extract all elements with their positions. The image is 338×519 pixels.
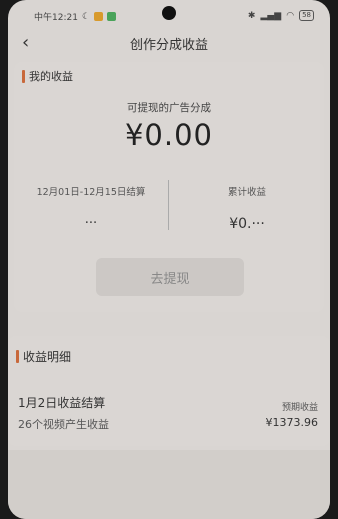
item-subtitle: 26个视频产生收益: [18, 418, 109, 431]
details-label: 收益明细: [23, 350, 72, 364]
my-income-header: 我的收益: [22, 68, 73, 84]
wechat-notification-icon: [107, 12, 117, 21]
status-bar: 中午12:21 ☾ ✱ ▂▄▆ ◠ 58: [8, 0, 330, 30]
status-time: 中午12:21: [34, 13, 78, 23]
total-label: 累计收益: [227, 187, 266, 198]
my-income-label: 我的收益: [29, 70, 73, 83]
page-title: 创作分成收益: [129, 38, 208, 53]
period-label: 12月01日-12月15日结算: [36, 187, 146, 198]
total-value: ¥0.···: [229, 216, 265, 232]
battery-icon: 58: [299, 10, 314, 21]
period-column: 12月01日-12月15日结算 ···: [16, 184, 166, 231]
column-divider: [168, 180, 169, 230]
wifi-icon: ◠: [286, 10, 295, 21]
item-title: 1月2日收益结算: [18, 396, 106, 410]
expected-label: 预期收益: [281, 403, 318, 413]
expected-amount: ¥1373.96: [265, 416, 319, 429]
withdrawable-amount: ¥0.00: [124, 118, 214, 152]
moon-icon: ☾: [81, 11, 91, 22]
my-income-card: 我的收益 可提现的广告分成 ¥0.00 12月01日-12月15日结算 ··· …: [14, 62, 324, 312]
period-value: ···: [84, 216, 98, 231]
withdraw-button[interactable]: 去提现: [96, 258, 244, 296]
withdrawable-label: 可提现的广告分成: [127, 102, 211, 114]
accent-bar: [16, 350, 19, 363]
front-camera: [162, 6, 176, 20]
total-column: 累计收益 ¥0.···: [172, 184, 322, 232]
signal-icon: ▂▄▆: [260, 10, 282, 21]
bluetooth-icon: ✱: [247, 10, 256, 21]
bottom-empty-area: [8, 450, 330, 519]
income-details-card: 收益明细 1月2日收益结算 26个视频产生收益 预期收益 ¥1373.96: [8, 336, 330, 446]
phone-screen: 中午12:21 ☾ ✱ ▂▄▆ ◠ 58 ‹ 创作分成收益 我的收益 可提现的广…: [8, 0, 330, 519]
accent-bar: [22, 69, 25, 83]
nav-header: ‹ 创作分成收益: [8, 30, 330, 58]
details-header: 收益明细: [16, 348, 71, 365]
app-notification-icon: [94, 12, 104, 21]
